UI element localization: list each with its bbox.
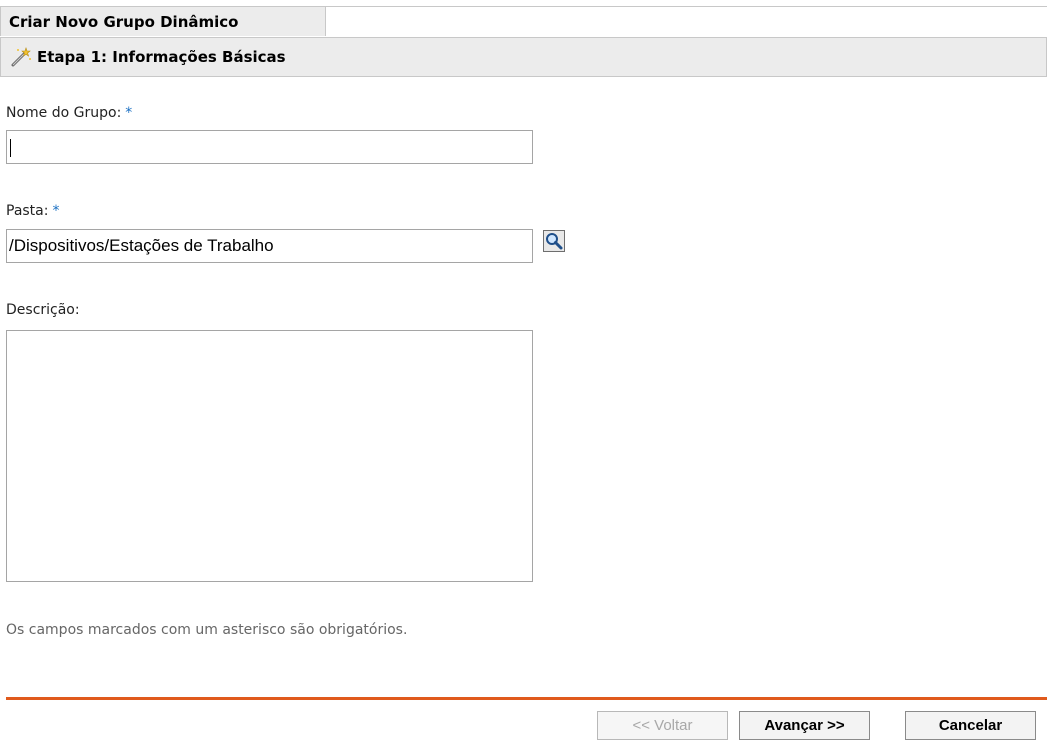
- required-fields-note: Os campos marcados com um asterisco são …: [6, 622, 408, 638]
- page-title: Criar Novo Grupo Dinâmico: [0, 6, 326, 36]
- group-name-input[interactable]: [6, 130, 533, 164]
- header-tab-row: Criar Novo Grupo Dinâmico: [0, 0, 1047, 38]
- wand-icon: [10, 46, 32, 68]
- group-name-label: Nome do Grupo: *: [6, 105, 133, 121]
- text-caret: [10, 138, 11, 157]
- step-bar: Etapa 1: Informações Básicas: [0, 37, 1047, 77]
- step-title: Etapa 1: Informações Básicas: [37, 48, 286, 66]
- browse-folder-button[interactable]: [543, 230, 565, 252]
- tab-line: [326, 6, 1047, 36]
- footer-divider: [6, 697, 1047, 700]
- description-textarea[interactable]: [6, 330, 533, 582]
- cancel-button[interactable]: Cancelar: [905, 711, 1036, 740]
- required-marker: *: [52, 203, 60, 219]
- back-button[interactable]: << Voltar: [597, 711, 728, 740]
- next-button[interactable]: Avançar >>: [739, 711, 870, 740]
- folder-label: Pasta: *: [6, 203, 60, 219]
- magnifier-icon: [544, 231, 564, 251]
- folder-input[interactable]: /Dispositivos/Estações de Trabalho: [6, 229, 533, 263]
- description-label: Descrição:: [6, 302, 80, 318]
- required-marker: *: [125, 105, 133, 121]
